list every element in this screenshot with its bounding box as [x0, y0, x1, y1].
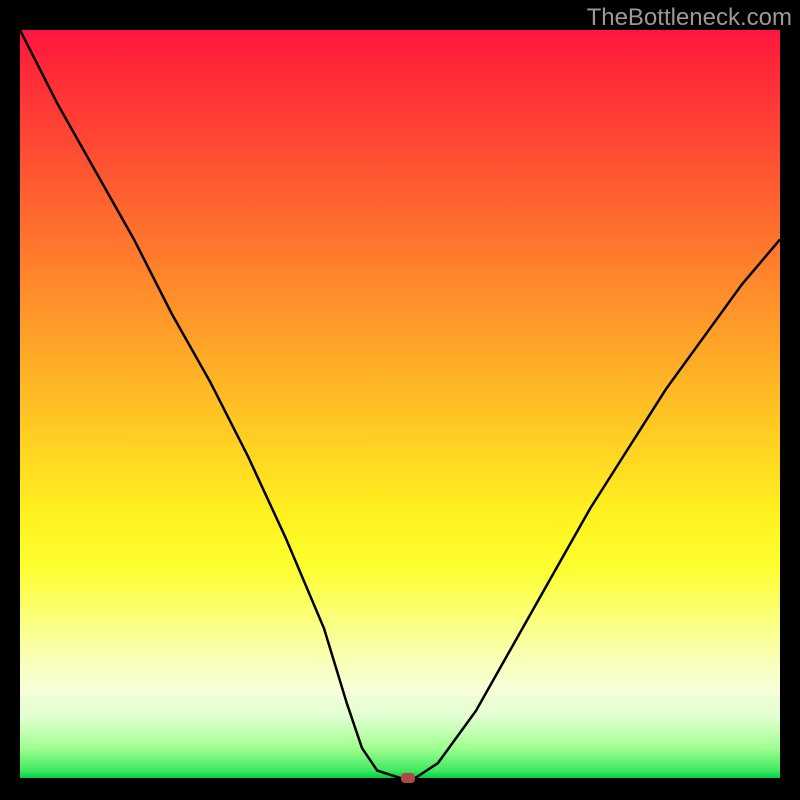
plot-area	[20, 30, 780, 778]
chart-container: TheBottleneck.com	[0, 0, 800, 800]
watermark-text: TheBottleneck.com	[587, 4, 792, 32]
optimal-marker	[401, 773, 415, 783]
bottleneck-curve	[20, 30, 780, 778]
